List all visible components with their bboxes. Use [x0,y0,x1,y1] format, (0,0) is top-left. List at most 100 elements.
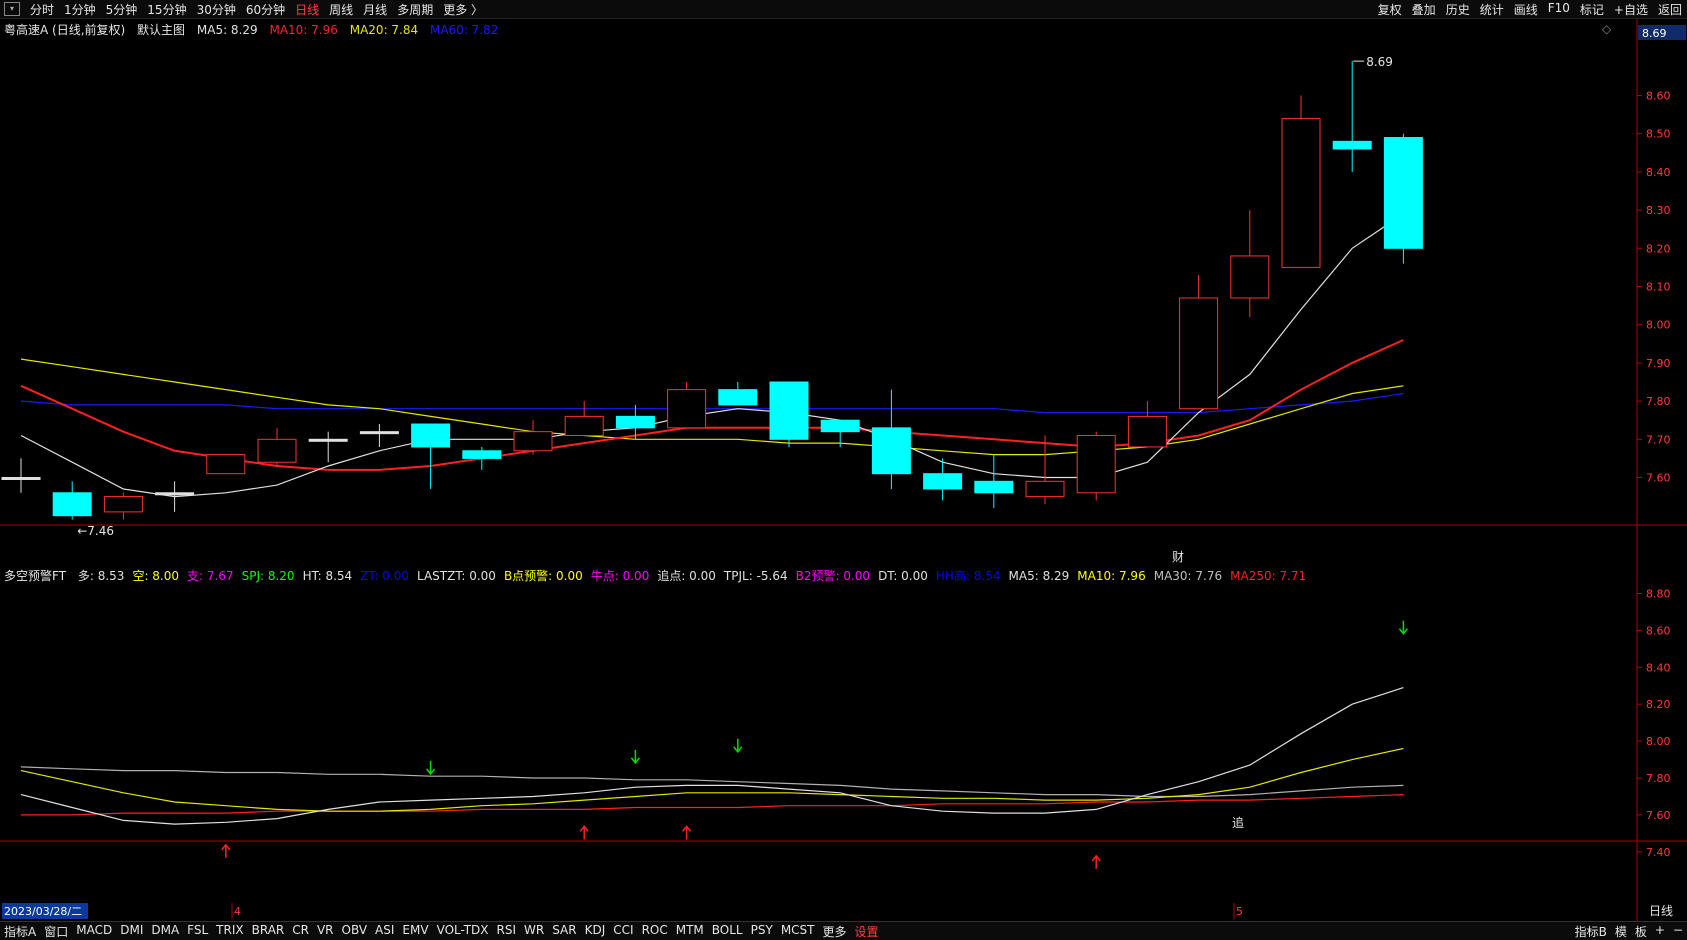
indicator-toolbar: 指标A 窗口 MACD DMI DMA FSL TRIX BRAR CR VR OBV ASI EMV V… [0,921,1687,940]
toolbar-button[interactable]: 叠加 [1407,1,1441,18]
toolbar-button[interactable]: 历史 [1441,1,1475,18]
sub-indicator-value: B2预警: 0.00 [795,569,871,583]
indicator-tab[interactable]: ASI [371,923,398,940]
sub-tick-label: 8.20 [1646,698,1671,711]
indicator-tab[interactable]: VR [313,923,338,940]
candle-body [462,450,502,459]
price-tick-label: 8.50 [1646,128,1671,141]
indicator-tab[interactable]: EMV [398,923,432,940]
toolbar-button[interactable]: 标记 [1575,1,1609,18]
indicator-tab[interactable]: VOL-TDX [433,923,493,940]
chase-point-label: 追 [1232,815,1244,830]
candle-body [1281,117,1321,268]
period-tab[interactable]: 周线 [324,1,358,18]
month-label: 5 [1236,905,1243,918]
indicator-tab[interactable]: 指标A [0,923,40,940]
candle-body [1,477,41,480]
candle-body [1383,137,1423,249]
indicator-tab[interactable]: DMA [147,923,183,940]
price-tick-label: 7.60 [1646,472,1671,485]
indicator-tab[interactable]: MACD [72,923,116,940]
period-tab[interactable]: 5分钟 [101,1,143,18]
indicator-tab[interactable]: FSL [183,923,212,940]
indicator-tab[interactable]: SAR [548,923,580,940]
indicator-right-button[interactable]: 板 [1631,923,1651,940]
indicator-tab[interactable]: RSI [493,923,521,940]
sub-chart-info: 多空预警FT 多: 8.53 空: 8.00 支: 7.67 SPJ: 8.20 HT:… [4,567,1322,584]
indicator-tab[interactable]: CR [288,923,313,940]
sub-indicator-value: 多: 8.53 [77,569,125,583]
indicator-tab[interactable]: DMI [116,923,147,940]
window-menu-icon[interactable]: ▾ [4,2,20,16]
indicator-tab[interactable]: BOLL [708,923,747,940]
toolbar-button[interactable]: F10 [1543,1,1575,18]
period-toolbar: ▾ 分时 1分钟 5分钟 15分钟 30分钟 60分钟 日线 周线 月线 多周期 更多 〉 复权 叠加… [0,0,1687,19]
sub-tick-label: 8.80 [1646,588,1671,601]
candle-body [411,423,451,448]
candle-body [1179,297,1219,410]
sub-indicator-value: 追点: 0.00 [657,569,716,583]
ma5-value: MA5: 8.29 [196,23,258,37]
sub-indicator-value: 牛点: 0.00 [590,569,650,583]
kline-chart[interactable]: 8.60 8.50 8.40 8.30 8.20 8.10 8.00 7.90 7.80 7.70… [0,19,1687,921]
period-tab[interactable]: 30分钟 [192,1,241,18]
indicator-right-button[interactable]: + [1651,923,1669,940]
indicator-tab[interactable]: 窗口 [40,923,72,940]
indicator-right-button[interactable]: − [1669,923,1687,940]
price-tick-label: 7.80 [1646,395,1671,408]
indicator-tab[interactable]: TRIX [212,923,247,940]
indicator-right-button[interactable]: 指标B [1571,923,1611,940]
indicator-tab[interactable]: ROC [638,923,672,940]
ma60-value: MA60: 7.82 [429,23,499,37]
price-tick-label: 8.40 [1646,166,1671,179]
indicator-tab[interactable]: 更多 [819,923,851,940]
price-tick-label: 8.10 [1646,281,1671,294]
period-tab[interactable]: 多周期 [392,1,438,18]
indicator-tab[interactable]: OBV [338,923,372,940]
price-tick-label: 8.30 [1646,204,1671,217]
sub-indicator-value: MA10: 7.96 [1077,569,1146,583]
sub-indicator-value: MA5: 8.29 [1008,569,1070,583]
indicator-tab[interactable]: KDJ [581,923,610,940]
toolbar-button[interactable]: 画线 [1509,1,1543,18]
indicator-tab[interactable]: MCST [777,923,819,940]
sub-ma250-line [21,794,1404,816]
candle-body [1332,140,1372,150]
period-tab[interactable]: 更多 〉 [438,1,488,18]
toolbar-button[interactable]: 统计 [1475,1,1509,18]
period-tab[interactable]: 月线 [358,1,392,18]
indicator-tab[interactable]: BRAR [248,923,289,940]
indicator-tab[interactable]: MTM [672,923,708,940]
period-tab[interactable]: 1分钟 [59,1,101,18]
toolbar-button[interactable]: +自选 [1609,1,1653,18]
period-tab[interactable]: 日线 [290,1,324,18]
period-tab[interactable]: 分时 [25,1,59,18]
finance-event-marker: 财 [1172,550,1184,564]
template-label[interactable]: 默认主图 [137,23,185,37]
sub-indicator-value: MA250: 7.71 [1230,569,1307,583]
ma10-value: MA10: 7.96 [269,23,338,37]
main-chart-info: 粤高速A (日线,前复权) 默认主图 MA5: 8.29 MA10: 7.96 … [4,21,506,38]
sub-indicator-value: DT: 0.00 [878,569,928,583]
period-tab[interactable]: 15分钟 [142,1,191,18]
indicator-tab[interactable]: WR [520,923,548,940]
candle-body [52,492,92,517]
toolbar-button[interactable]: 复权 [1373,1,1407,18]
indicator-tab[interactable]: 设置 [851,923,883,940]
period-tab[interactable]: 60分钟 [241,1,290,18]
sub-indicator-name[interactable]: 多空预警FT [4,569,66,583]
sub-ma30-line [20,766,1404,798]
toolbar-button[interactable]: 返回 [1653,1,1687,18]
candle-body [1127,415,1167,448]
indicator-right-button[interactable]: 模 [1611,923,1631,940]
sub-indicator-value: SPJ: 8.20 [241,569,295,583]
indicator-tab[interactable]: PSY [747,923,777,940]
sub-ma10-line [20,747,1404,812]
candle-body [974,480,1014,494]
candle-body [308,438,348,442]
candle-body [103,496,143,513]
sub-indicator-value: HH高: 8.54 [935,569,1001,583]
indicator-tab[interactable]: CCI [609,923,637,940]
candle-body [820,419,860,433]
sub-indicator-value: 支: 7.67 [187,569,234,583]
